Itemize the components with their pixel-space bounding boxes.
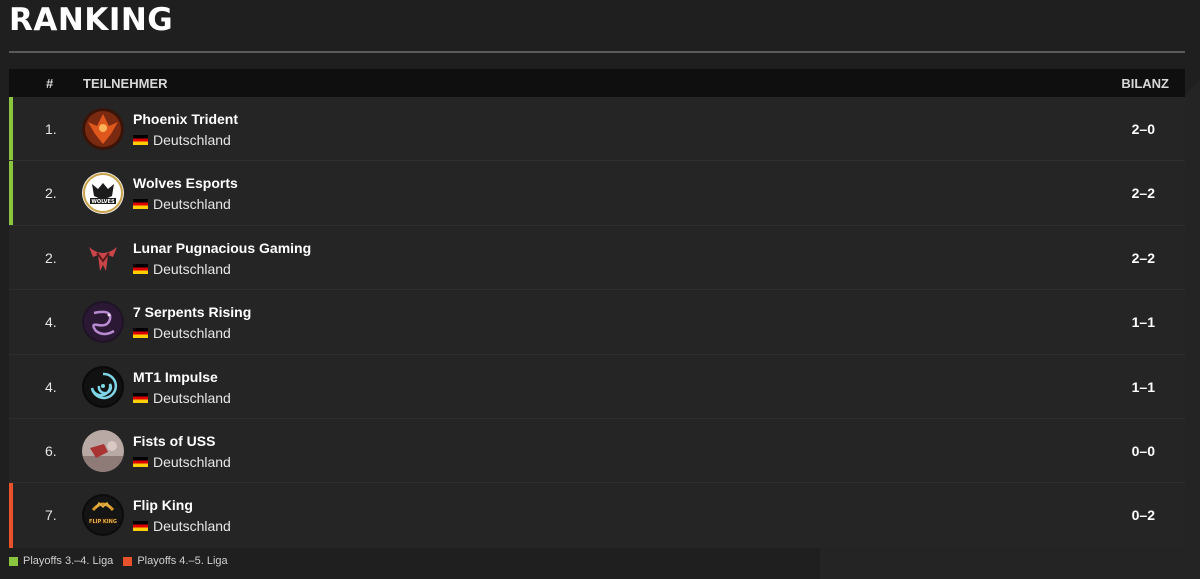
team-country: Deutschland	[133, 196, 231, 212]
legend-label: Playoffs 4.–5. Liga	[137, 555, 228, 567]
qualification-marker	[9, 161, 13, 225]
legend-item: Playoffs 3.–4. Liga	[9, 555, 113, 567]
team-name[interactable]: 7 Serpents Rising	[133, 304, 251, 320]
team-name[interactable]: MT1 Impulse	[133, 369, 218, 385]
table-row[interactable]: 4. 7 Serpents Rising Deutschland 1–1	[9, 290, 1185, 355]
germany-flag-icon	[133, 521, 148, 532]
team-record: 1–1	[1131, 314, 1155, 331]
germany-flag-icon	[133, 392, 148, 403]
ranking-table: # TEILNEHMER BILANZ 1. Phoenix Trident D…	[9, 69, 1185, 548]
team-name[interactable]: Flip King	[133, 497, 193, 513]
team-record: 2–2	[1131, 249, 1155, 266]
header-record: BILANZ	[1121, 76, 1169, 91]
legend-label: Playoffs 3.–4. Liga	[23, 555, 114, 567]
table-row[interactable]: 1. Phoenix Trident Deutschland 2–0	[9, 97, 1185, 162]
flipking-logo-icon[interactable]: FLIP KING	[82, 494, 124, 537]
table-row[interactable]: 2. Lunar Pugnacious Gaming Deutschland 2…	[9, 226, 1185, 291]
germany-flag-icon	[133, 263, 148, 274]
team-record: 2–0	[1131, 121, 1155, 137]
team-record: 0–2	[1131, 507, 1155, 524]
row-rank: 4.	[45, 378, 57, 395]
qualification-marker	[9, 97, 13, 161]
team-country: Deutschland	[133, 390, 231, 406]
svg-text:WOLVES: WOLVES	[91, 199, 115, 205]
team-record: 2–2	[1131, 185, 1155, 202]
team-name[interactable]: Fists of USS	[133, 433, 215, 449]
row-rank: 2.	[45, 249, 57, 266]
legend: Playoffs 3.–4. Liga Playoffs 4.–5. Liga	[9, 555, 238, 567]
serpent-logo-icon[interactable]	[82, 301, 124, 344]
qualification-marker	[9, 483, 13, 548]
legend-swatch-orange	[123, 556, 133, 566]
title-divider	[9, 51, 1185, 53]
germany-flag-icon	[133, 456, 148, 467]
table-header: # TEILNEHMER BILANZ	[9, 69, 1185, 97]
svg-text:FLIP KING: FLIP KING	[89, 519, 117, 525]
header-rank: #	[46, 76, 54, 91]
header-participant: TEILNEHMER	[83, 76, 168, 91]
table-row[interactable]: 2. WOLVES Wolves Esports Deutschland 2–2	[9, 161, 1185, 226]
phoenix-logo-icon[interactable]	[82, 108, 124, 150]
table-row[interactable]: 4. MT1 Impulse Deutschland 1–1	[9, 355, 1185, 419]
germany-flag-icon	[133, 199, 148, 210]
team-record: 0–0	[1131, 442, 1155, 459]
team-name[interactable]: Phoenix Trident	[133, 111, 238, 127]
lunar-logo-icon[interactable]	[82, 236, 124, 279]
page-title: RANKING	[9, 2, 174, 38]
germany-flag-icon	[133, 328, 148, 339]
team-name[interactable]: Wolves Esports	[133, 175, 238, 191]
row-rank: 1.	[45, 121, 57, 137]
team-country: Deutschland	[133, 261, 231, 277]
team-country: Deutschland	[133, 325, 231, 341]
team-country: Deutschland	[133, 518, 231, 534]
wolves-logo-icon[interactable]: WOLVES	[82, 172, 124, 215]
row-rank: 7.	[45, 507, 57, 524]
germany-flag-icon	[133, 135, 148, 145]
team-country: Deutschland	[133, 454, 231, 470]
table-row[interactable]: 7. FLIP KING Flip King Deutschland 0–2	[9, 483, 1185, 548]
row-rank: 6.	[45, 442, 57, 459]
legend-item: Playoffs 4.–5. Liga	[123, 555, 228, 567]
table-row[interactable]: 6. Fists of USS Deutschland 0–0	[9, 419, 1185, 484]
team-country: Deutschland	[133, 132, 231, 148]
team-record: 1–1	[1131, 378, 1155, 395]
legend-swatch-green	[9, 556, 18, 566]
row-rank: 2.	[45, 185, 57, 202]
impulse-logo-icon[interactable]	[82, 365, 124, 408]
team-name[interactable]: Lunar Pugnacious Gaming	[133, 240, 311, 256]
fists-logo-icon[interactable]	[82, 429, 124, 472]
row-rank: 4.	[45, 314, 57, 331]
